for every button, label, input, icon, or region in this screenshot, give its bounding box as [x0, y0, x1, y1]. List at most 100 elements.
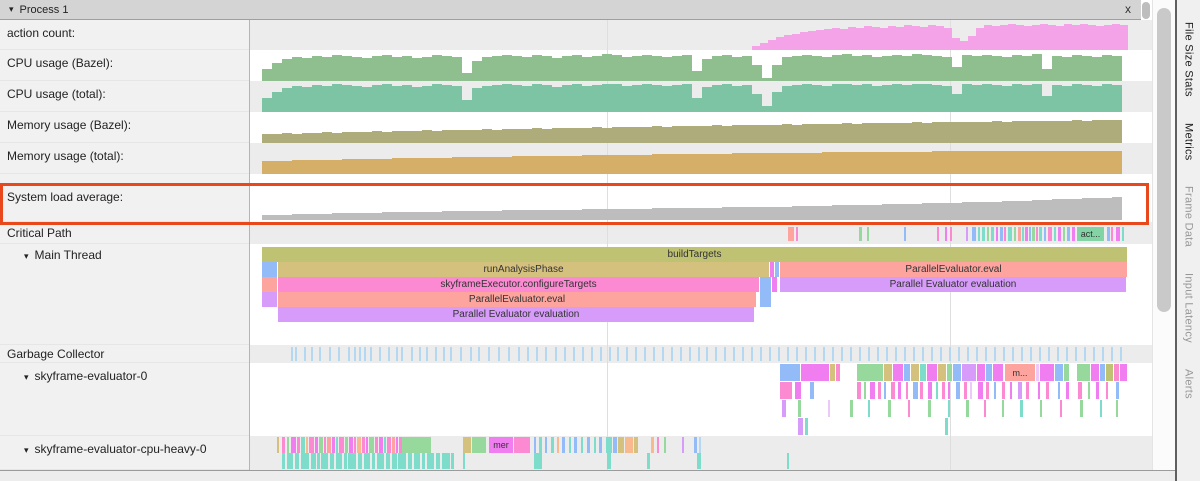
- evaluator0-band4[interactable]: [250, 418, 1152, 435]
- trace-slice: [906, 382, 908, 399]
- trace-slice: [339, 437, 344, 453]
- trace-slice: [948, 400, 950, 417]
- slice-ParallelEvaluator.eval[interactable]: ParallelEvaluator.eval: [780, 262, 1127, 277]
- trace-slice: [1088, 382, 1090, 399]
- tab-frame-data[interactable]: Frame Data: [1183, 186, 1195, 247]
- process-header[interactable]: ▾ Process 1 x: [0, 0, 1141, 20]
- tab-metrics[interactable]: Metrics: [1183, 123, 1195, 161]
- trace-slice: [962, 364, 976, 381]
- trace-slice: [282, 437, 285, 453]
- skyframe-evaluator-0-track[interactable]: m...: [250, 363, 1152, 436]
- trace-slice[interactable]: [760, 292, 771, 307]
- trace-slice[interactable]: [760, 277, 771, 292]
- trace-slice: [327, 437, 331, 453]
- mem-total-track[interactable]: [250, 143, 1152, 174]
- skyframe-evaluator-cpu-heavy-0-track[interactable]: mer: [250, 436, 1152, 470]
- trace-slice: [832, 347, 834, 361]
- collapse-arrow-icon[interactable]: ▾: [9, 4, 14, 15]
- trace-slice: [1107, 227, 1110, 241]
- row-critical-path: Critical Path act...: [0, 222, 1152, 244]
- trace-slice: [336, 437, 338, 453]
- close-icon[interactable]: x: [1121, 2, 1135, 16]
- evaluator0-band1[interactable]: m...: [250, 364, 1152, 381]
- trace-slice: [1010, 382, 1012, 399]
- cpu-bazel-track[interactable]: [250, 50, 1152, 81]
- trace-slice: [287, 437, 289, 453]
- trace-slice: [664, 437, 666, 453]
- trace-slice: [877, 347, 879, 361]
- trace-slice: [760, 347, 762, 361]
- mem-bazel-track[interactable]: [250, 112, 1152, 143]
- gc-tick-slices[interactable]: [250, 347, 1152, 361]
- row-skyframe-evaluator-cpu-heavy-0: ▾skyframe-evaluator-cpu-heavy-0 mer: [0, 436, 1152, 470]
- trace-slice: [1096, 382, 1099, 399]
- trace-slice: [891, 382, 895, 399]
- row-label-cpu-bazel: CPU usage (Bazel):: [0, 50, 250, 81]
- trace-slice: [805, 418, 808, 435]
- slice-Parallel Evaluator evaluation[interactable]: Parallel Evaluator evaluation: [780, 277, 1126, 292]
- trace-slice: [904, 347, 906, 361]
- evaluator0-band3[interactable]: [250, 400, 1152, 417]
- trace-slice: [908, 400, 910, 417]
- trace-slice: [977, 364, 985, 381]
- slice-ParallelEvaluator.eval[interactable]: ParallelEvaluator.eval: [278, 292, 756, 307]
- trace-slice: [419, 347, 421, 361]
- collapse-arrow-icon[interactable]: ▾: [24, 445, 29, 455]
- trace-slice: [1072, 227, 1075, 241]
- row-label-skyframe-evaluator-cpu-heavy-0[interactable]: ▾skyframe-evaluator-cpu-heavy-0: [0, 436, 250, 470]
- row-label-skyframe-evaluator-0[interactable]: ▾skyframe-evaluator-0: [0, 363, 250, 436]
- vertical-scrollbar[interactable]: [1152, 0, 1175, 470]
- trace-slice: [527, 347, 529, 361]
- cpu-heavy-band2[interactable]: [250, 453, 1152, 469]
- cpu-heavy-band1[interactable]: mer: [250, 437, 1152, 453]
- trace-slice: [651, 437, 654, 453]
- action-count-track[interactable]: [250, 20, 1152, 50]
- collapse-arrow-icon[interactable]: ▾: [24, 372, 29, 382]
- row-label-main-thread[interactable]: ▾Main Thread: [0, 244, 250, 345]
- critical-path-slices[interactable]: act...: [250, 227, 1152, 241]
- tab-input-latency[interactable]: Input Latency: [1183, 273, 1195, 343]
- trace-slice: [388, 347, 390, 361]
- evaluator0-band2[interactable]: [250, 382, 1152, 399]
- system-load-track[interactable]: [250, 174, 1152, 222]
- trace-slice: [309, 437, 314, 453]
- slice-Parallel Evaluator evaluation[interactable]: Parallel Evaluator evaluation: [278, 307, 754, 322]
- trace-slice: [574, 437, 577, 453]
- tab-alerts[interactable]: Alerts: [1183, 369, 1195, 399]
- tab-file-size-stats[interactable]: File Size Stats: [1183, 22, 1195, 97]
- trace-slice-badge[interactable]: mer: [489, 437, 513, 453]
- trace-slice: [945, 418, 948, 435]
- slice-runAnalysisPhase[interactable]: runAnalysisPhase: [278, 262, 769, 277]
- trace-slice: [1002, 382, 1005, 399]
- trace-slice[interactable]: [772, 277, 777, 292]
- horizontal-scrollbar[interactable]: [0, 470, 1175, 481]
- trace-slice: [349, 437, 353, 453]
- main-thread-track[interactable]: buildTargetsrunAnalysisPhase ParallelEval…: [250, 244, 1152, 345]
- trace-slice: [635, 347, 637, 361]
- trace-slice[interactable]: [770, 262, 774, 277]
- mem_total-area-chart: [262, 143, 1122, 174]
- trace-slice-badge[interactable]: m...: [1005, 364, 1035, 381]
- garbage-collector-track[interactable]: [250, 345, 1152, 363]
- trace-slice: [780, 364, 800, 381]
- trace-slice: [1022, 227, 1024, 241]
- critical-path-track[interactable]: act...: [250, 222, 1152, 244]
- trace-slice: [986, 364, 992, 381]
- trace-slice: [931, 347, 933, 361]
- overlay-scrollbar-thumb[interactable]: [1142, 2, 1150, 19]
- slice-skyframeExecutor.configureTargets[interactable]: skyframeExecutor.configureTargets: [278, 277, 759, 292]
- vertical-scrollbar-thumb[interactable]: [1157, 8, 1171, 312]
- trace-slice: [324, 437, 326, 453]
- trace-slice[interactable]: [262, 292, 277, 307]
- trace-slice[interactable]: [262, 262, 277, 277]
- trace-slice[interactable]: [775, 262, 779, 277]
- collapse-arrow-icon[interactable]: ▾: [24, 251, 29, 261]
- cpu-total-track[interactable]: [250, 81, 1152, 112]
- trace-slice: [1120, 364, 1127, 381]
- trace-slice-badge[interactable]: act...: [1077, 227, 1104, 241]
- trace-slice: [402, 437, 431, 453]
- trace-slice: [1116, 227, 1120, 241]
- trace-slice[interactable]: [262, 277, 277, 292]
- slice-buildTargets[interactable]: buildTargets: [262, 247, 1127, 262]
- trace-slice: [609, 347, 611, 361]
